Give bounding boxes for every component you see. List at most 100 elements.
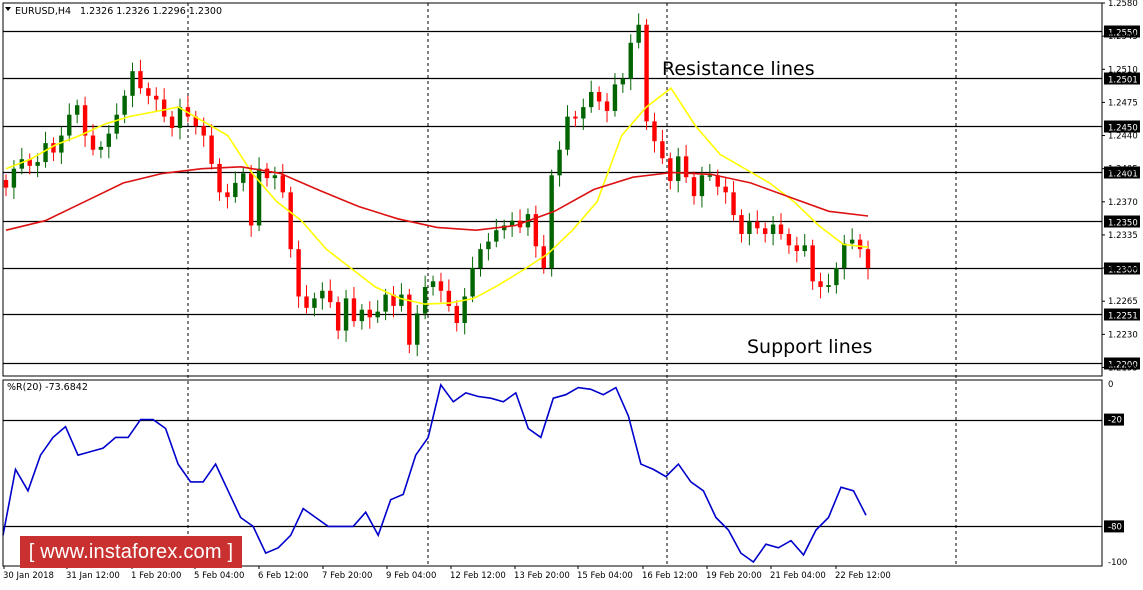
candle-bull[interactable]	[312, 298, 317, 308]
candle-bull[interactable]	[581, 107, 586, 119]
candle-bull[interactable]	[241, 173, 246, 183]
candle-bull[interactable]	[849, 239, 855, 244]
candle-bull[interactable]	[130, 71, 135, 96]
candle-bear[interactable]	[660, 141, 665, 159]
candle-bull[interactable]	[399, 294, 404, 306]
candle-bear[interactable]	[739, 215, 744, 234]
candle-bear[interactable]	[367, 309, 372, 318]
candle-bear[interactable]	[304, 296, 309, 308]
candle-bear[interactable]	[691, 177, 697, 197]
watermark-banner[interactable]: [ www.instaforex.com ]	[20, 536, 242, 568]
candle-bear[interactable]	[755, 221, 760, 229]
candle-bear[interactable]	[335, 302, 341, 331]
candle-bull[interactable]	[509, 220, 515, 226]
candle-bull[interactable]	[589, 91, 594, 108]
candle-bull[interactable]	[707, 175, 713, 177]
candle-bull[interactable]	[565, 116, 570, 150]
candle-bull[interactable]	[43, 143, 48, 163]
candle-bear[interactable]	[161, 99, 167, 117]
candle-bull[interactable]	[628, 42, 633, 79]
candle-bear[interactable]	[169, 116, 175, 128]
candle-bear[interactable]	[225, 192, 230, 198]
candle-bull[interactable]	[415, 313, 420, 345]
price-tick-label: 1.2195	[1108, 363, 1138, 373]
candle-bull[interactable]	[11, 168, 17, 188]
candle-bull[interactable]	[494, 230, 499, 242]
candle-bear[interactable]	[296, 249, 301, 297]
candle-bear[interactable]	[248, 173, 254, 226]
candle-bear[interactable]	[604, 101, 610, 111]
candle-bull[interactable]	[470, 268, 475, 297]
candle-bear[interactable]	[209, 135, 214, 164]
candle-bear[interactable]	[146, 88, 151, 96]
candle-bear[interactable]	[573, 116, 578, 119]
candle-bear[interactable]	[328, 290, 333, 303]
candle-bull[interactable]	[106, 133, 112, 147]
candle-bear[interactable]	[818, 281, 823, 288]
candle-bull[interactable]	[272, 175, 278, 179]
candle-bull[interactable]	[557, 149, 562, 176]
candle-bear[interactable]	[865, 249, 871, 269]
time-tick-label: 5 Feb 04:00	[194, 571, 244, 581]
candle-bear[interactable]	[407, 294, 412, 345]
candle-bull[interactable]	[747, 221, 752, 234]
candle-bull[interactable]	[834, 268, 839, 286]
candle-bear[interactable]	[596, 91, 602, 102]
price-tick-label: 1.2370	[1108, 198, 1138, 208]
candle-bear[interactable]	[723, 186, 728, 193]
candle-bear[interactable]	[762, 228, 768, 234]
candle-bear[interactable]	[90, 135, 96, 150]
candle-bull[interactable]	[770, 224, 776, 234]
candle-bull[interactable]	[699, 175, 705, 197]
candle-bull[interactable]	[430, 281, 436, 288]
candle-bear[interactable]	[3, 180, 9, 188]
candle-bear[interactable]	[786, 233, 792, 246]
candle-bear[interactable]	[454, 305, 459, 323]
candle-bear[interactable]	[280, 175, 285, 193]
candle-bull[interactable]	[256, 168, 262, 226]
candle-bear[interactable]	[778, 224, 784, 234]
price-tick-label: 1.2265	[1108, 297, 1138, 307]
candle-bear[interactable]	[652, 121, 657, 142]
candle-bear[interactable]	[731, 192, 736, 216]
candle-bull[interactable]	[842, 243, 847, 269]
time-tick-label: 6 Feb 12:00	[258, 571, 308, 581]
candle-bull[interactable]	[486, 241, 491, 250]
candle-bear[interactable]	[154, 95, 159, 100]
candle-bull[interactable]	[343, 298, 349, 331]
time-tick-label: 21 Feb 04:00	[770, 571, 826, 581]
candle-bull[interactable]	[676, 156, 681, 181]
candle-bear[interactable]	[715, 175, 720, 187]
candle-bull[interactable]	[383, 294, 388, 312]
candle-bull[interactable]	[74, 105, 80, 115]
candle-bear[interactable]	[201, 126, 206, 136]
candle-bear[interactable]	[138, 71, 143, 89]
candle-bull[interactable]	[620, 78, 626, 85]
candle-bear[interactable]	[351, 298, 357, 322]
candle-bear[interactable]	[794, 245, 800, 252]
candle-bull[interactable]	[612, 84, 618, 111]
candle-bull[interactable]	[98, 146, 104, 150]
candle-bull[interactable]	[422, 287, 428, 314]
candle-bear[interactable]	[82, 105, 88, 136]
candle-bull[interactable]	[114, 114, 119, 134]
candle-bull[interactable]	[636, 24, 641, 43]
candle-bear[interactable]	[438, 281, 444, 291]
candle-bear[interactable]	[810, 245, 815, 282]
candle-bull[interactable]	[375, 311, 380, 318]
candle-bull[interactable]	[320, 290, 325, 299]
candle-bull[interactable]	[177, 107, 183, 128]
candle-bull[interactable]	[802, 245, 807, 252]
candle-bear[interactable]	[683, 156, 689, 178]
candle-bull[interactable]	[826, 285, 831, 288]
candle-bear[interactable]	[857, 239, 863, 250]
candle-bull[interactable]	[359, 309, 365, 322]
candle-bull[interactable]	[67, 114, 72, 136]
candle-bull[interactable]	[233, 182, 238, 198]
candle-bull[interactable]	[35, 162, 40, 166]
candle-bull[interactable]	[122, 95, 127, 115]
candle-bear[interactable]	[668, 158, 673, 181]
candle-bull[interactable]	[478, 249, 483, 269]
candle-bull[interactable]	[549, 175, 554, 269]
candle-bear[interactable]	[288, 192, 293, 250]
